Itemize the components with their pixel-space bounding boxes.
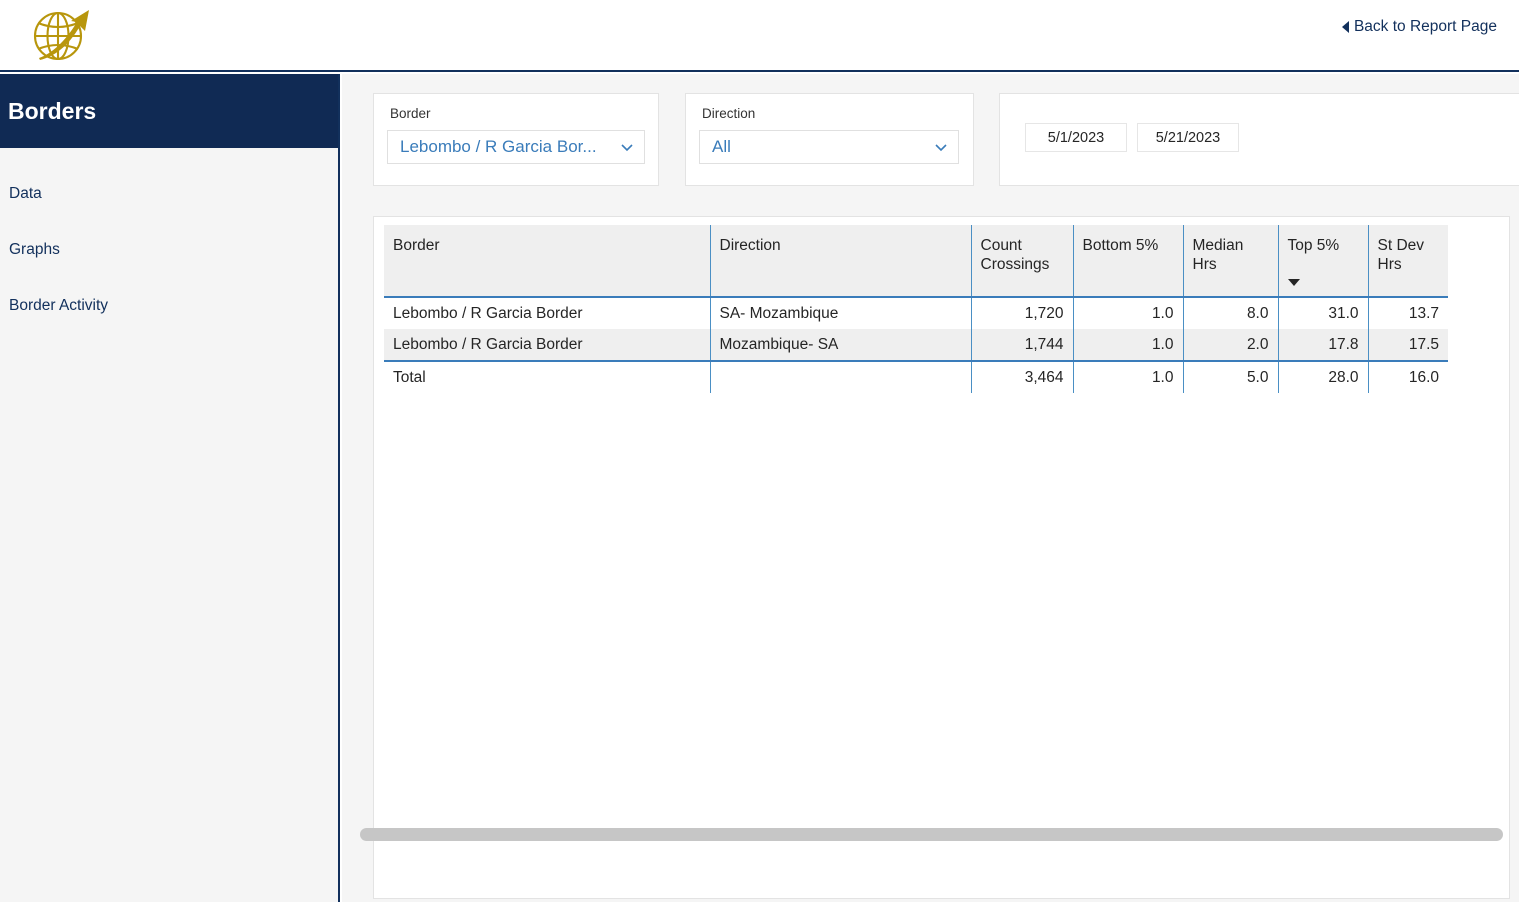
column-header-bottom-5[interactable]: Bottom 5% [1073, 225, 1184, 298]
date-start-input[interactable]: 5/1/2023 [1025, 123, 1127, 152]
border-slicer-label: Border [390, 106, 431, 121]
cell-total-count-crossings: 3,464 [971, 360, 1074, 393]
back-link-label: Back to Report Page [1353, 18, 1497, 35]
sidebar-item-border-activity[interactable]: Border Activity [0, 278, 338, 334]
cell-st-dev-hrs: 17.5 [1368, 329, 1448, 361]
column-header-count-crossings[interactable]: Count Crossings [971, 225, 1074, 298]
sidebar-nav: Data Graphs Border Activity [0, 148, 338, 334]
horizontal-scrollbar-thumb[interactable] [360, 828, 1503, 841]
cell-count-crossings: 1,744 [971, 329, 1074, 361]
cell-st-dev-hrs: 13.7 [1408, 305, 1439, 322]
horizontal-scrollbar[interactable] [360, 828, 1510, 841]
table-row[interactable]: Lebombo / R Garcia Border Mozambique- SA… [384, 329, 1448, 361]
date-end-input[interactable]: 5/21/2023 [1137, 123, 1239, 152]
sidebar: Borders Data Graphs Border Activity [0, 74, 340, 902]
back-to-report-page-link[interactable]: Back to Report Page [1341, 18, 1497, 36]
border-dropdown-value: Lebombo / R Garcia Bor... [400, 137, 597, 156]
cell-median-hrs: 2.0 [1183, 329, 1279, 361]
cell-total-bottom-5: 1.0 [1073, 360, 1184, 393]
border-statistics-table: Border Direction Count Crossings Bottom … [384, 225, 1448, 393]
cell-count-crossings: 1,720 [971, 297, 1074, 329]
chevron-down-icon [933, 139, 949, 155]
table-header: Border Direction Count Crossings Bottom … [384, 225, 1448, 298]
page-title: Borders [8, 97, 97, 124]
cell-direction: Mozambique- SA [710, 329, 972, 361]
border-dropdown[interactable]: Lebombo / R Garcia Bor... [387, 130, 645, 164]
column-header-direction[interactable]: Direction [710, 225, 972, 298]
column-header-border[interactable]: Border [384, 225, 711, 298]
cell-border: Lebombo / R Garcia Border [384, 297, 711, 329]
table-header-row: Border Direction Count Crossings Bottom … [384, 225, 1448, 298]
sort-descending-icon [1287, 279, 1300, 286]
data-table-card: Border Direction Count Crossings Bottom … [373, 216, 1510, 899]
cell-total-label: Total [384, 360, 711, 393]
table-row[interactable]: Lebombo / R Garcia Border SA- Mozambique… [384, 297, 1448, 329]
sidebar-item-label: Graphs [9, 241, 60, 258]
column-header-st-dev-hrs[interactable]: St Dev Hrs [1368, 225, 1448, 298]
cell-bottom-5: 1.0 [1073, 297, 1184, 329]
globe-arrow-logo [27, 2, 97, 68]
direction-dropdown-value: All [712, 137, 731, 156]
sidebar-item-data[interactable]: Data [0, 166, 338, 222]
direction-slicer-label: Direction [702, 106, 756, 121]
date-range-slicer: 5/1/2023 5/21/2023 [999, 93, 1519, 186]
cell-direction: SA- Mozambique [710, 297, 972, 329]
cell-top-5: 31.0 [1278, 297, 1369, 329]
cell-total-median-hrs: 5.0 [1183, 360, 1279, 393]
cell-top-5: 17.8 [1278, 329, 1369, 361]
sidebar-item-label: Data [9, 185, 42, 202]
border-slicer: Border Lebombo / R Garcia Bor... [373, 93, 659, 186]
direction-slicer: Direction All [685, 93, 974, 186]
content-area: Border Lebombo / R Garcia Bor... Directi… [342, 74, 1519, 902]
sidebar-item-graphs[interactable]: Graphs [0, 222, 338, 278]
cell-total-top-5: 28.0 [1278, 360, 1369, 393]
direction-dropdown[interactable]: All [699, 130, 959, 164]
top-bar: Back to Report Page [0, 0, 1519, 72]
left-caret-icon [1341, 21, 1349, 33]
cell-total-st-dev-hrs: 16.0 [1368, 360, 1448, 393]
column-header-median-hrs[interactable]: Median Hrs [1183, 225, 1279, 298]
sidebar-item-label: Border Activity [9, 297, 109, 314]
cell-border: Lebombo / R Garcia Border [384, 329, 711, 361]
chevron-down-icon [619, 139, 635, 155]
cell-total-direction [710, 360, 972, 393]
table-total-row: Total 3,464 1.0 5.0 28.0 16.0 [384, 360, 1448, 393]
sidebar-header: Borders [0, 74, 338, 148]
cell-bottom-5: 1.0 [1073, 329, 1184, 361]
table-body: Lebombo / R Garcia Border SA- Mozambique… [384, 297, 1448, 393]
cell-median-hrs: 8.0 [1183, 297, 1279, 329]
column-header-top-5[interactable]: Top 5% [1278, 225, 1369, 298]
